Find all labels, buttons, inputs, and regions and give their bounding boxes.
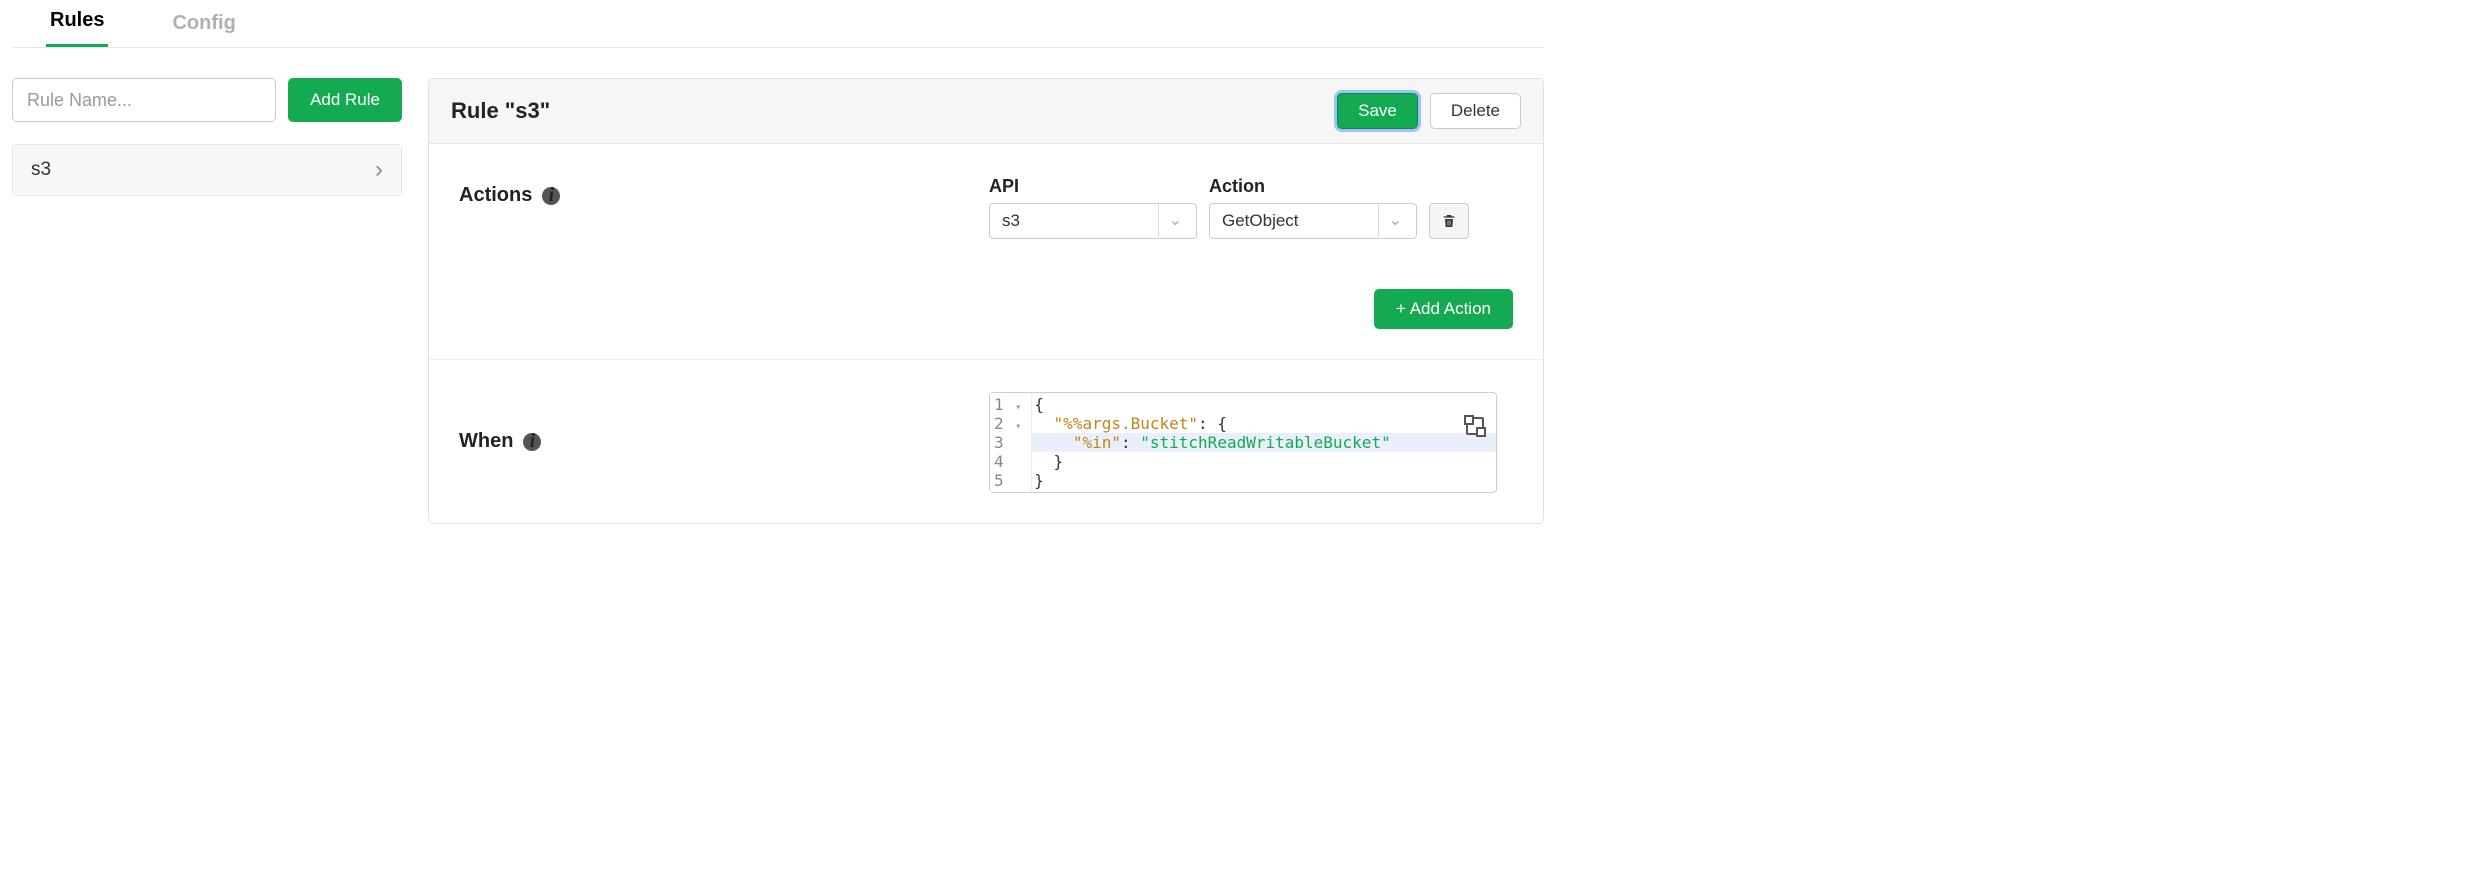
editor-content[interactable]: { "%%args.Bucket": { "%in": "stitchReadW… xyxy=(1032,393,1496,492)
tab-config[interactable]: Config xyxy=(168,12,239,47)
when-heading: When xyxy=(459,430,513,453)
chevron-right-icon: › xyxy=(375,158,383,182)
rule-list-item-label: s3 xyxy=(31,159,51,181)
save-button[interactable]: Save xyxy=(1337,93,1418,129)
action-field-label: Action xyxy=(1209,176,1417,197)
api-field-label: API xyxy=(989,176,1197,197)
add-rule-button[interactable]: Add Rule xyxy=(288,78,402,122)
when-code-editor[interactable]: 1 ▾ 2 ▾ 3 4 5 { "%%args.Bucket": { xyxy=(989,392,1497,493)
api-select[interactable]: s3 ⌄ xyxy=(989,203,1197,239)
info-icon[interactable]: i xyxy=(542,187,560,205)
trash-icon xyxy=(1441,213,1457,229)
api-select-value: s3 xyxy=(1002,211,1020,231)
chevron-down-icon: ⌄ xyxy=(1378,203,1408,239)
add-action-button[interactable]: + Add Action xyxy=(1374,289,1513,329)
panel-title: Rule "s3" xyxy=(451,98,550,124)
actions-heading: Actions xyxy=(459,184,532,207)
info-icon[interactable]: i xyxy=(523,433,541,451)
action-select[interactable]: GetObject ⌄ xyxy=(1209,203,1417,239)
tab-rules[interactable]: Rules xyxy=(46,9,108,47)
action-select-value: GetObject xyxy=(1222,211,1299,231)
rule-list-item[interactable]: s3 › xyxy=(13,145,401,195)
rule-name-input[interactable] xyxy=(12,78,276,122)
delete-button[interactable]: Delete xyxy=(1430,93,1521,129)
remove-action-button[interactable] xyxy=(1429,203,1469,239)
chevron-down-icon: ⌄ xyxy=(1158,203,1188,239)
editor-gutter: 1 ▾ 2 ▾ 3 4 5 xyxy=(990,393,1032,492)
expand-icon[interactable] xyxy=(1466,417,1484,435)
